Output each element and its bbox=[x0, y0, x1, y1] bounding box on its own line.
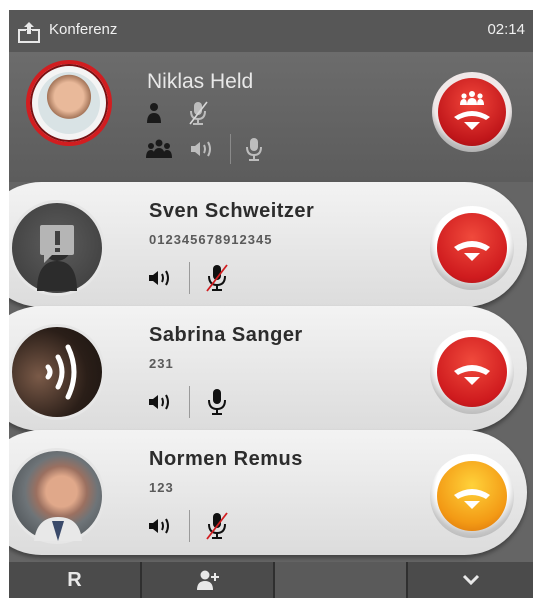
call-card-normen-remus[interactable]: Normen Remus 123 bbox=[9, 430, 527, 555]
hang-up-icon bbox=[437, 213, 507, 283]
avatar bbox=[9, 200, 105, 296]
call-controls bbox=[147, 510, 229, 542]
voice-activity-icon bbox=[45, 344, 77, 400]
avatar bbox=[9, 324, 105, 420]
speaker-icon[interactable] bbox=[147, 268, 175, 288]
screen-title: Konferenz bbox=[49, 21, 118, 38]
caller-number: 123 bbox=[149, 480, 174, 495]
hang-up-button[interactable] bbox=[430, 454, 514, 538]
avatar bbox=[9, 448, 105, 544]
microphone-muted-icon[interactable] bbox=[205, 511, 229, 541]
call-card-sven-schweitzer[interactable]: Sven Schweitzer 012345678912345 bbox=[9, 182, 527, 307]
hang-up-button[interactable] bbox=[430, 206, 514, 290]
add-participant-button[interactable] bbox=[142, 562, 273, 598]
speaker-icon[interactable] bbox=[189, 139, 217, 159]
conference-host-name: Niklas Held bbox=[147, 70, 254, 93]
conference-group-icon bbox=[146, 139, 172, 158]
speaker-icon[interactable] bbox=[147, 392, 175, 412]
chevron-down-icon bbox=[462, 574, 479, 586]
phone-screen: Konferenz 02:14 Niklas Held Sven Schweit… bbox=[9, 10, 533, 598]
caller-name: Normen Remus bbox=[149, 448, 303, 470]
avatar-photo bbox=[34, 517, 82, 541]
person-icon bbox=[147, 103, 161, 123]
share-icon bbox=[18, 22, 40, 43]
bottom-bar: R bbox=[9, 562, 533, 598]
control-divider bbox=[189, 386, 191, 418]
unknown-caller-icon bbox=[37, 225, 77, 291]
hang-up-button[interactable] bbox=[430, 330, 514, 414]
r-key-label: R bbox=[67, 568, 82, 591]
speaker-icon[interactable] bbox=[147, 516, 175, 536]
control-divider bbox=[229, 134, 231, 164]
control-divider bbox=[189, 510, 191, 542]
caller-number: 012345678912345 bbox=[149, 232, 273, 247]
conference-controls bbox=[145, 134, 265, 164]
microphone-muted-icon[interactable] bbox=[187, 100, 209, 126]
r-key-button[interactable]: R bbox=[9, 562, 140, 598]
avatar-photo bbox=[38, 72, 100, 134]
control-divider bbox=[189, 262, 191, 294]
conference-avatar[interactable] bbox=[26, 60, 112, 146]
clock: 02:14 bbox=[487, 21, 525, 38]
microphone-icon[interactable] bbox=[243, 136, 265, 162]
conference-hang-up-icon bbox=[438, 78, 506, 146]
hang-up-icon bbox=[437, 337, 507, 407]
conference-header: Niklas Held bbox=[9, 52, 533, 182]
add-person-icon bbox=[196, 570, 219, 590]
host-controls bbox=[145, 100, 209, 126]
caller-number: 231 bbox=[149, 356, 174, 371]
hang-up-icon bbox=[437, 461, 507, 531]
microphone-muted-icon[interactable] bbox=[205, 263, 229, 293]
more-button[interactable] bbox=[408, 562, 533, 598]
caller-name: Sabrina Sanger bbox=[149, 324, 303, 346]
caller-name: Sven Schweitzer bbox=[149, 200, 315, 222]
call-card-sabrina-sanger[interactable]: Sabrina Sanger 231 bbox=[9, 306, 527, 431]
microphone-icon[interactable] bbox=[205, 387, 229, 417]
call-controls bbox=[147, 386, 229, 418]
end-conference-button[interactable] bbox=[432, 72, 512, 152]
status-bar: Konferenz 02:14 bbox=[9, 10, 533, 52]
call-controls bbox=[147, 262, 229, 294]
empty-tab[interactable] bbox=[275, 562, 406, 598]
